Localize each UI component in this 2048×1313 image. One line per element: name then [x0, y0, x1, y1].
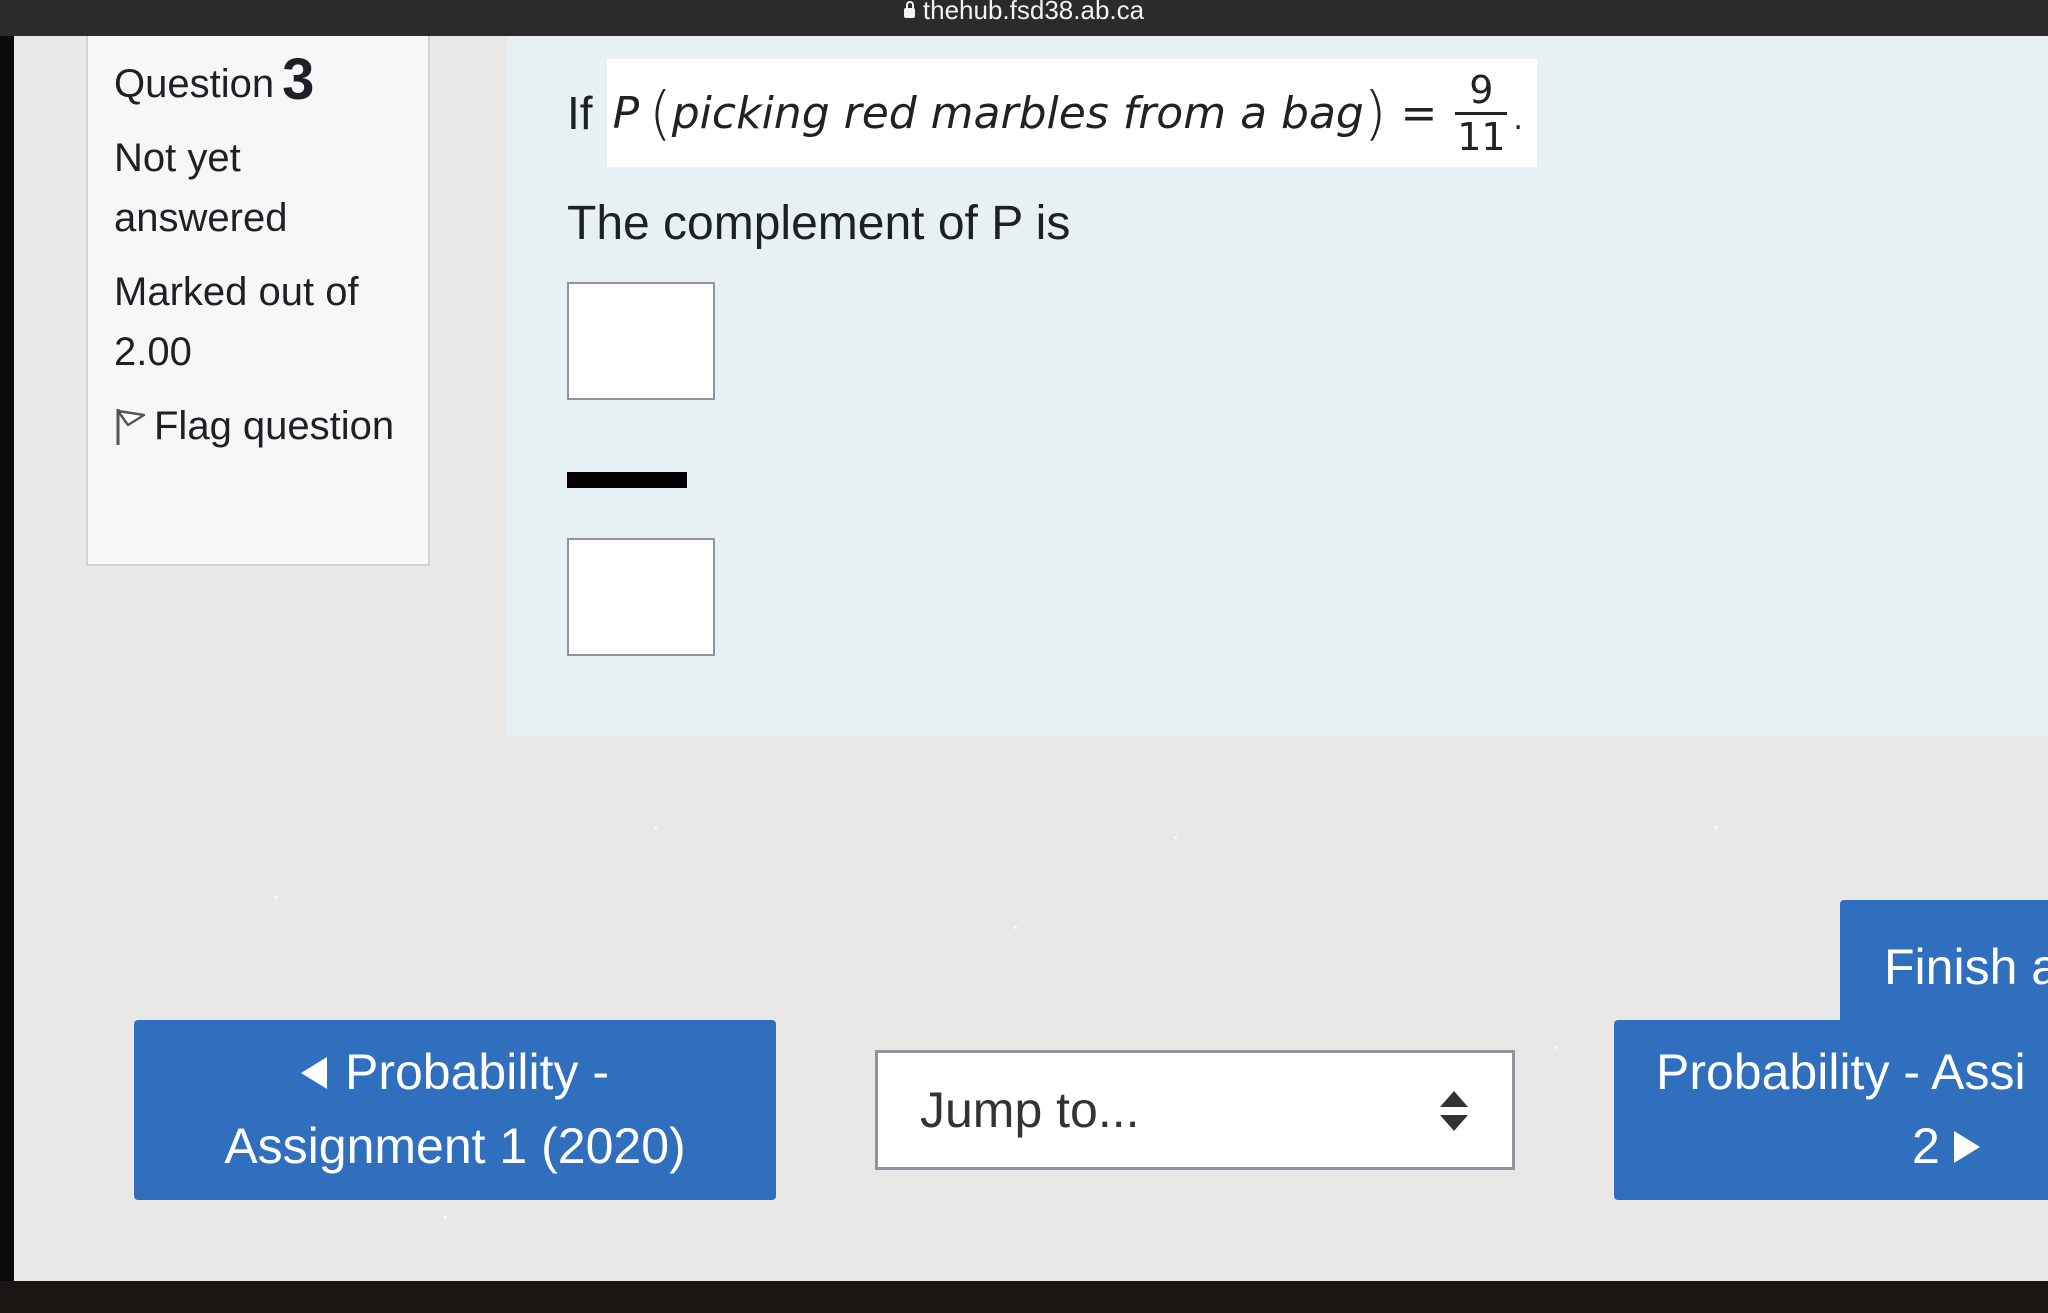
- equals-sign: =: [1400, 87, 1438, 139]
- lock-icon: [903, 1, 915, 18]
- open-paren: (: [649, 79, 672, 147]
- previous-activity-line1: Probability -: [134, 1035, 776, 1109]
- background-speck: [1014, 926, 1017, 929]
- flag-icon: [116, 409, 146, 445]
- previous-activity-button[interactable]: Probability - Assignment 1 (2020): [134, 1020, 776, 1200]
- fraction-numerator: 9: [1469, 67, 1494, 112]
- page-body: Question 3 Not yet answered Marked out of…: [14, 36, 2048, 1281]
- left-arrow-icon: [301, 1057, 327, 1089]
- browser-url-bar[interactable]: thehub.fsd38.ab.ca: [0, 0, 2048, 36]
- right-arrow-icon: [1953, 1131, 1980, 1163]
- if-word: If: [567, 87, 593, 139]
- previous-activity-line2: Assignment 1 (2020): [224, 1118, 686, 1174]
- denominator-input[interactable]: [567, 538, 715, 656]
- background-speck: [1174, 836, 1177, 839]
- answer-fraction-bar: [567, 472, 687, 488]
- next-activity-line2: 2: [1656, 1109, 2048, 1183]
- expression-p: P: [612, 87, 640, 139]
- question-stem: If P ( picking red marbles from a bag ) …: [567, 58, 1537, 168]
- question-info-panel: Question 3 Not yet answered Marked out of…: [86, 36, 430, 566]
- question-number: 3: [282, 47, 315, 112]
- background-speck: [1554, 1046, 1557, 1049]
- question-label: Question: [114, 62, 275, 106]
- flag-question-link[interactable]: Flag question: [114, 396, 402, 456]
- expression-period: .: [1513, 101, 1523, 137]
- question-prompt: The complement of P is: [567, 197, 1071, 250]
- finish-attempt-label: Finish a: [1884, 939, 2048, 995]
- next-activity-button[interactable]: Probability - Assi 2: [1614, 1020, 2048, 1200]
- question-marks: Marked out of 2.00: [114, 270, 359, 374]
- jump-to-label: Jump to...: [920, 1082, 1140, 1138]
- previous-activity-title: Probability -: [345, 1044, 609, 1100]
- probability-fraction: 9 11: [1455, 67, 1508, 159]
- question-content: If P ( picking red marbles from a bag ) …: [507, 36, 2048, 736]
- question-heading: Question 3: [114, 50, 402, 114]
- fraction-denominator: 11: [1457, 114, 1506, 159]
- background-speck: [274, 896, 277, 899]
- background-speck: [654, 826, 657, 829]
- select-arrows-icon: [1440, 1091, 1468, 1131]
- flag-question-label: Flag question: [154, 404, 395, 448]
- desktop-background-strip: [0, 1281, 2048, 1313]
- question-status: Not yet answered: [114, 136, 288, 240]
- background-speck: [1714, 826, 1717, 829]
- next-activity-number: 2: [1912, 1118, 1940, 1174]
- close-paren: ): [1363, 79, 1387, 147]
- jump-to-select[interactable]: Jump to...: [875, 1050, 1515, 1170]
- finish-attempt-button[interactable]: Finish a: [1840, 900, 2048, 1040]
- numerator-input[interactable]: [567, 282, 715, 400]
- expression-event: picking red marbles from a bag: [671, 87, 1364, 139]
- probability-expression: P ( picking red marbles from a bag ) = 9…: [606, 59, 1537, 167]
- url-text: thehub.fsd38.ab.ca: [922, 0, 1145, 25]
- background-speck: [444, 1216, 447, 1219]
- next-activity-line1: Probability - Assi: [1656, 1044, 2026, 1100]
